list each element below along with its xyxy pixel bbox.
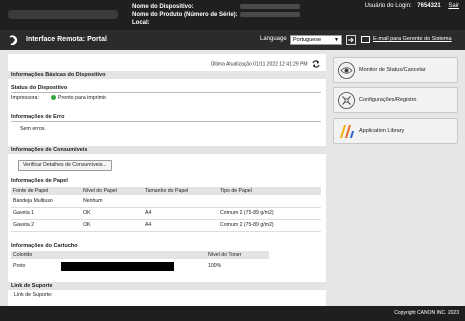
cartridge-color: Preto xyxy=(13,263,26,270)
support-section-title: Link de Suporte xyxy=(8,282,326,290)
printer-label: Impressora: xyxy=(11,95,39,101)
device-status-heading: Status do Dispositivo xyxy=(11,85,68,91)
table-cell: OK xyxy=(81,219,143,232)
location-label: Local: xyxy=(132,20,150,26)
status-monitor-button[interactable]: Monitor de Status/Cancelar xyxy=(333,57,458,83)
cartridge-color-cell: Preto xyxy=(11,259,206,273)
table-cell: Nenhum xyxy=(81,195,143,208)
eye-icon xyxy=(338,62,355,79)
toner-level-bar xyxy=(61,261,174,271)
redacted-device-logo xyxy=(8,10,118,19)
device-name-label: Nome do Dispositivo: xyxy=(132,4,194,10)
device-info-labels: Nome do Dispositivo: Nome do Produto (Nú… xyxy=(132,3,238,27)
error-info-heading: Informações de Erro xyxy=(11,114,65,120)
apply-language-icon[interactable] xyxy=(346,35,356,45)
mail-icon xyxy=(361,36,370,43)
table-row: Gaveta 2 OK A4 Comum 2 (75-89 g/m2) xyxy=(11,219,321,232)
language-select-value: Portuguese xyxy=(293,37,322,43)
column-header: Nível do Toner xyxy=(206,251,269,259)
settings-registration-button[interactable]: Configurações/Registro xyxy=(333,87,458,113)
cartridge-table-header: Colorido Nível do Toner xyxy=(11,251,269,259)
product-name-label: Nome do Produto (Número de Série): xyxy=(132,12,238,18)
table-cell: A4 xyxy=(143,219,218,232)
status-ok-icon xyxy=(51,95,56,101)
logout-link[interactable]: Sair xyxy=(448,3,459,9)
table-cell: Bandeja Multiuso xyxy=(11,195,81,208)
settings-registration-label: Configurações/Registro xyxy=(359,97,417,103)
last-update-row: Última Atualização 01/11 2022 12:41:29 P… xyxy=(211,60,320,68)
cartridge-info-heading: Informações do Cartucho xyxy=(11,243,78,249)
paper-info-heading: Informações de Papel xyxy=(11,178,68,184)
column-header: Tamanho do Papel xyxy=(143,187,218,195)
column-header: Fonte de Papel xyxy=(11,187,81,195)
portal-nav-bar: Interface Remota: Portal Language Portug… xyxy=(0,30,465,50)
login-user-value: 7654321 xyxy=(417,3,441,9)
column-header: Tipo de Papel xyxy=(218,187,321,195)
printer-status: Pronto para imprimir. xyxy=(51,95,107,101)
table-row: Bandeja Multiuso Nenhum xyxy=(11,195,321,208)
divider xyxy=(11,121,321,122)
status-monitor-label: Monitor de Status/Cancelar xyxy=(359,67,426,73)
last-update-text: Última Atualização 01/11 2022 12:41:29 P… xyxy=(210,61,308,68)
chevron-down-icon: ▼ xyxy=(334,37,339,43)
error-status-text: Sem erros. xyxy=(20,126,46,132)
application-library-icon xyxy=(340,125,354,138)
main-area: Última Atualização 01/11 2022 12:41:29 P… xyxy=(0,50,465,306)
settings-tools-icon xyxy=(338,92,355,109)
language-label: Language xyxy=(260,36,287,42)
footer: Copyright CANON INC. 2023 xyxy=(0,306,465,321)
column-header: Colorido xyxy=(11,251,206,259)
application-library-button[interactable]: Application Library xyxy=(333,118,458,144)
login-user-label: Usuário do Login: xyxy=(364,3,412,9)
redacted-device-values xyxy=(240,4,300,20)
consumables-section-title: Informações de Consumíveis xyxy=(8,146,326,154)
login-user-area: Usuário do Login: 7654321 Sair xyxy=(365,3,459,9)
redacted-product-name xyxy=(240,12,300,17)
divider xyxy=(11,92,321,93)
table-cell xyxy=(218,195,321,208)
admin-email-link[interactable]: E-mail para Gerente do Sistema xyxy=(373,36,452,42)
basic-info-section-title: Informações Básicas do Dispositivo xyxy=(8,71,326,79)
table-row: Gaveta 1 OK A4 Comum 2 (75-89 g/m2) xyxy=(11,207,321,220)
language-select[interactable]: Portuguese ▼ xyxy=(290,35,342,45)
table-row: Preto 100% xyxy=(11,259,269,273)
device-info-panel: Última Atualização 01/11 2022 12:41:29 P… xyxy=(8,54,326,306)
table-cell: A4 xyxy=(143,207,218,220)
table-cell: Gaveta 1 xyxy=(11,207,81,220)
top-header: Nome do Dispositivo: Nome do Produto (Nú… xyxy=(0,0,465,30)
copyright-text: Copyright CANON INC. 2023 xyxy=(394,310,459,316)
table-cell: Comum 2 (75-89 g/m2) xyxy=(218,207,321,220)
paper-table-header: Fonte de Papel Nível do Papel Tamanho do… xyxy=(11,187,321,195)
cartridge-table: Colorido Nível do Toner Preto 100% xyxy=(11,251,269,273)
check-consumables-button[interactable]: Verificar Detalhes de Consumíveis... xyxy=(18,160,112,171)
table-cell: OK xyxy=(81,207,143,220)
application-library-label: Application Library xyxy=(359,128,405,134)
printer-status-text: Pronto para imprimir. xyxy=(58,95,108,101)
redacted-device-name xyxy=(240,4,300,9)
support-link-label: Link de Suporte: xyxy=(14,292,53,298)
table-cell: Gaveta 2 xyxy=(11,219,81,232)
paper-table: Fonte de Papel Nível do Papel Tamanho do… xyxy=(11,187,321,232)
toner-level-value: 100% xyxy=(208,263,222,269)
table-cell xyxy=(143,195,218,208)
refresh-icon[interactable] xyxy=(312,60,320,68)
remote-ui-logo-icon xyxy=(9,35,18,46)
table-cell: Comum 2 (75-89 g/m2) xyxy=(218,219,321,232)
column-header: Nível do Papel xyxy=(81,187,143,195)
portal-title: Interface Remota: Portal xyxy=(26,36,107,43)
